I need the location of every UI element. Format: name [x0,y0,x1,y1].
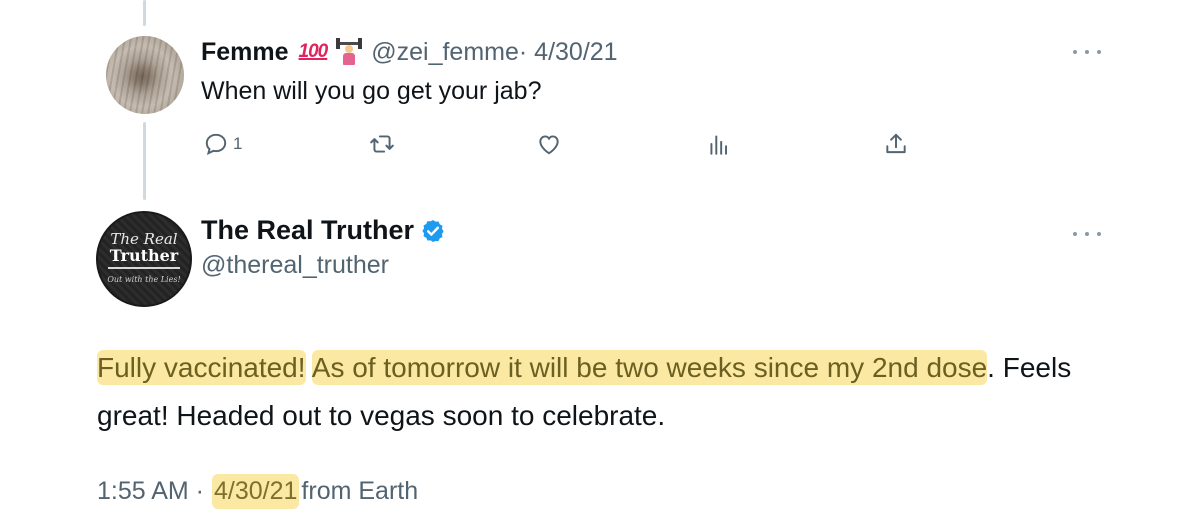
reply-more-icon[interactable] [1073,47,1101,57]
avatar-logo-text-line2: Truther [109,246,179,265]
tweet-time[interactable]: 1:55 AM · [97,477,204,506]
share-button[interactable] [883,128,909,160]
avatar-logo-divider [108,267,180,269]
hundred-points-emoji-icon: 100 [298,41,329,62]
main-more-icon[interactable] [1073,229,1101,239]
share-icon [886,133,906,154]
retweet-icon [370,135,394,153]
views-icon [710,135,728,155]
verified-badge-icon[interactable] [420,218,446,244]
reply-display-name[interactable]: Femme [201,38,289,67]
main-display-name-row: The Real Truther [201,215,446,246]
reply-header: Femme 100 @zei_femme · 4/30/21 [201,33,618,71]
highlighted-text-segment: Fully vaccinated! [97,350,306,385]
tweet-source: from Earth [301,477,419,505]
thread-line-top [143,0,146,26]
reply-button[interactable]: 1 [203,128,242,160]
tweet-metadata: 1:55 AM · 4/30/21 from Earth [97,474,418,509]
avatar-logo-text-line3: Out with the Lies! [107,275,181,284]
reply-date[interactable]: · 4/30/21 [519,38,618,67]
thread-line-middle [143,122,146,200]
main-avatar[interactable]: The Real Truther Out with the Lies! [96,211,192,307]
main-tweet-text: Fully vaccinated! As of tomorrow it will… [97,344,1097,440]
like-icon [539,135,559,155]
reply-icon [205,133,227,155]
like-button[interactable] [536,128,562,160]
retweet-button[interactable] [369,128,395,160]
main-handle[interactable]: @thereal_truther [201,251,389,280]
highlighted-text-segment: As of tomorrow it will be two weeks sinc… [311,350,988,385]
reply-avatar[interactable] [106,36,184,114]
main-display-name[interactable]: The Real Truther [201,215,414,246]
text-segment [306,352,312,383]
tweet-date[interactable]: 4/30/21 [212,474,300,509]
reply-handle[interactable]: @zei_femme [371,38,519,67]
reply-count: 1 [233,134,243,153]
weightlifter-emoji-icon [335,38,363,66]
views-button[interactable] [706,128,732,160]
reply-text: When will you go get your jab? [201,77,542,105]
